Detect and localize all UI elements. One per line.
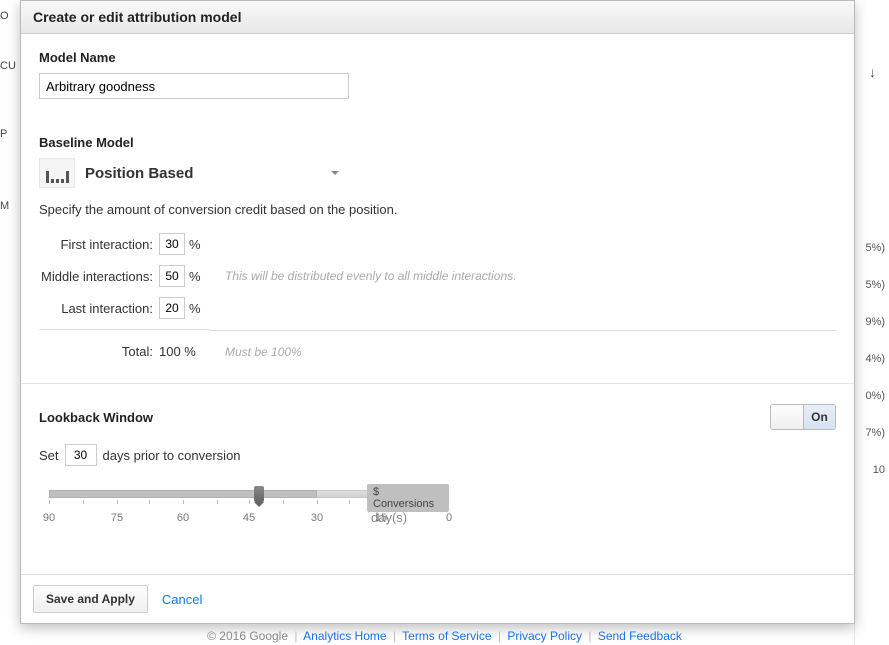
middle-interactions-label: Middle interactions: (39, 269, 159, 284)
attribution-model-modal: Create or edit attribution model Model N… (20, 0, 855, 624)
page-footer: © 2016 Google | Analytics Home | Terms o… (0, 627, 889, 645)
lookback-toggle-on[interactable]: On (803, 405, 835, 429)
sort-arrow-icon: ↓ (869, 54, 880, 91)
slider-active-region (49, 490, 317, 498)
save-and-apply-button[interactable]: Save and Apply (33, 585, 148, 613)
modal-footer: Save and Apply Cancel (21, 574, 854, 623)
lookback-window-label: Lookback Window (39, 410, 153, 425)
background-left-column: O CU P M (0, 0, 20, 645)
first-interaction-label: First interaction: (39, 237, 159, 252)
model-name-input[interactable] (39, 73, 349, 99)
last-interaction-label: Last interaction: (39, 301, 159, 316)
modal-body: Model Name Baseline Model Position Based… (21, 34, 854, 574)
baseline-model-label: Baseline Model (39, 135, 836, 150)
conversions-badge: $ Conversions (367, 484, 449, 512)
lookback-set-suffix: days prior to conversion (103, 448, 241, 463)
footer-link-tos[interactable]: Terms of Service (402, 629, 491, 643)
model-name-label: Model Name (39, 50, 836, 65)
total-label: Total: (39, 329, 159, 359)
position-description: Specify the amount of conversion credit … (39, 202, 836, 217)
baseline-model-value: Position Based (85, 165, 193, 182)
total-value: 100 % (159, 329, 209, 359)
last-interaction-input[interactable] (159, 297, 185, 319)
copyright: © 2016 Google (207, 629, 288, 643)
chevron-down-icon (331, 171, 339, 175)
middle-interactions-input[interactable] (159, 265, 185, 287)
total-hint: Must be 100% (209, 330, 836, 359)
first-interaction-input[interactable] (159, 233, 185, 255)
lookback-days-input[interactable] (65, 444, 97, 466)
background-right-column: ↓ 5%) 5%) 9%) 4%) 0%) 7%) 10 (854, 0, 889, 645)
lookback-set-prefix: Set (39, 448, 59, 463)
position-based-icon (39, 158, 75, 188)
lookback-toggle[interactable]: On (770, 404, 836, 430)
middle-interactions-hint: This will be distributed evenly to all m… (209, 269, 836, 283)
footer-link-privacy[interactable]: Privacy Policy (507, 629, 582, 643)
baseline-model-dropdown[interactable]: Position Based (85, 165, 339, 182)
lookback-toggle-off[interactable] (771, 405, 803, 429)
lookback-slider[interactable]: $ Conversions 90 75 60 45 30 15 0 day(s) (49, 484, 449, 534)
modal-title: Create or edit attribution model (21, 1, 854, 34)
cancel-button[interactable]: Cancel (162, 592, 202, 607)
footer-link-feedback[interactable]: Send Feedback (598, 629, 682, 643)
days-unit-label: day(s) (371, 510, 407, 525)
footer-link-home[interactable]: Analytics Home (303, 629, 386, 643)
